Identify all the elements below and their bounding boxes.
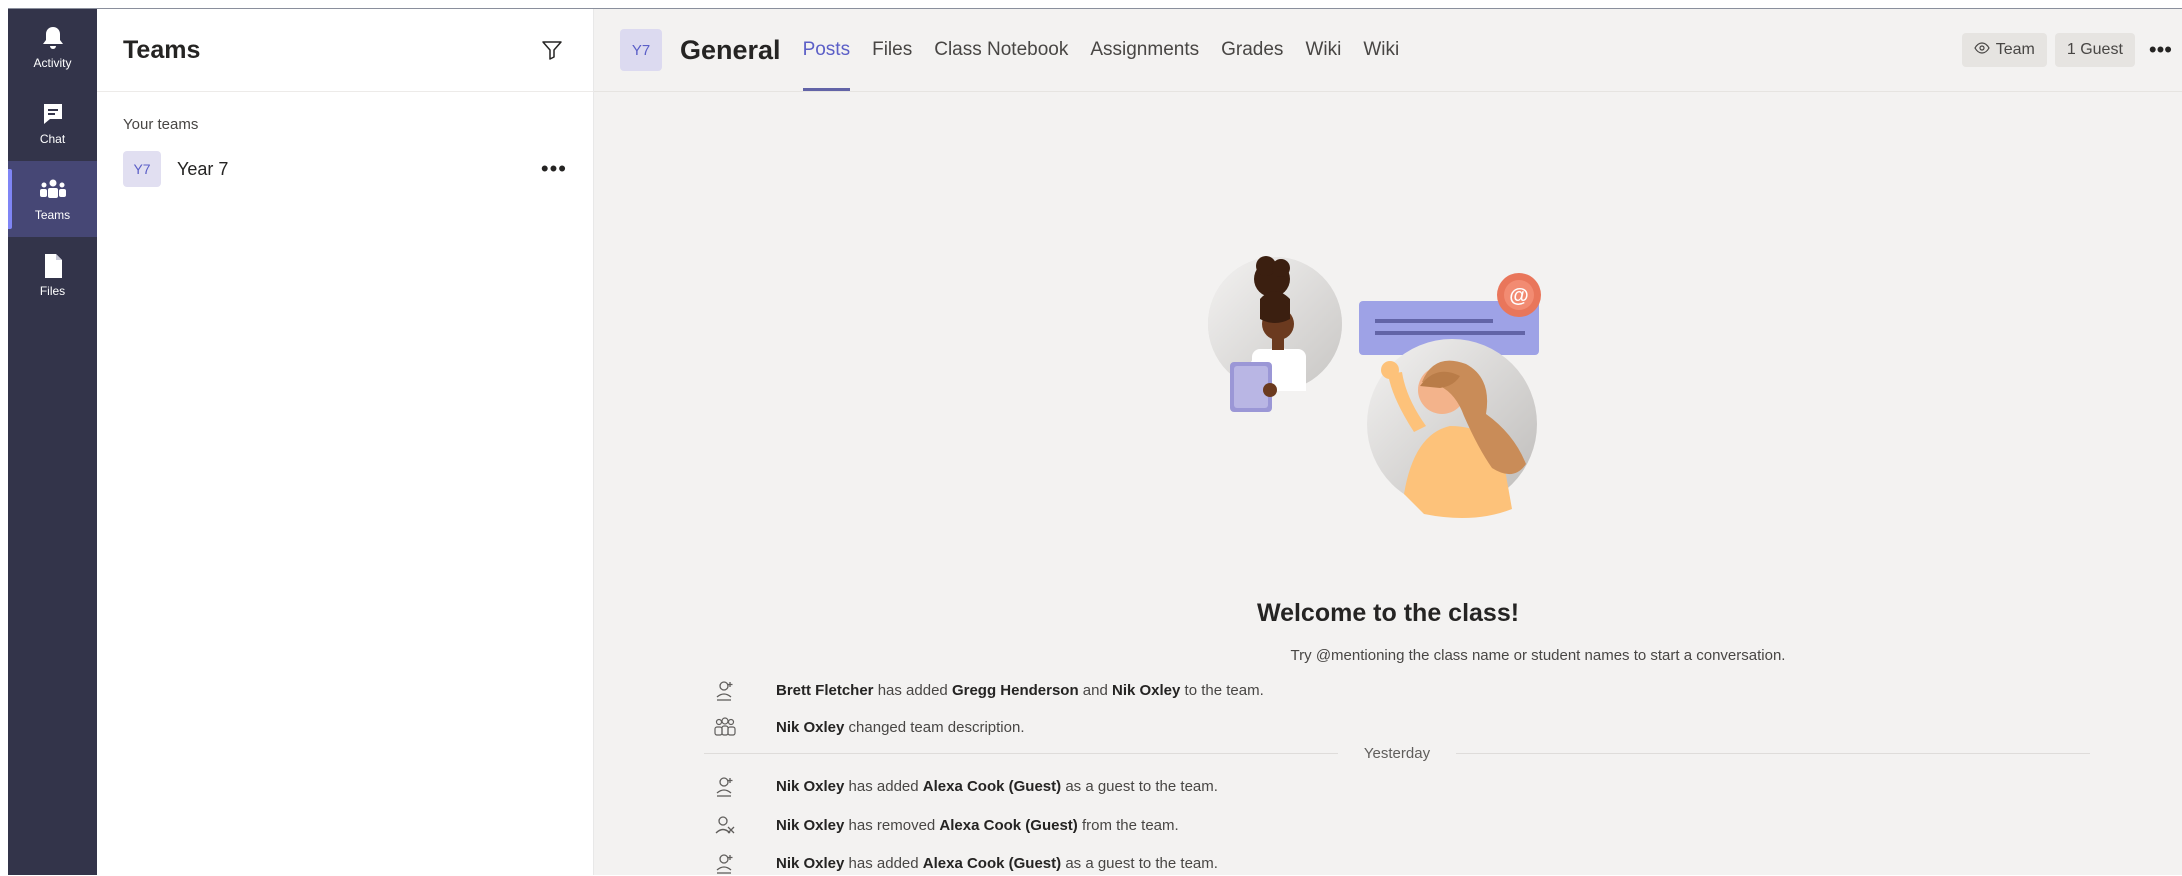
activity-text: Nik Oxley has added Alexa Cook (Guest) a… (776, 854, 1218, 872)
rail-item-activity[interactable]: Activity (8, 9, 97, 85)
rail-label: Teams (34, 208, 71, 222)
team-view-button[interactable]: Team (1961, 33, 2047, 67)
person-add-icon (712, 773, 738, 799)
eye-icon (1974, 41, 1990, 59)
chat-icon (39, 100, 67, 128)
activity-text: Nik Oxley changed team description. (776, 718, 1025, 736)
rail-label: Activity (33, 56, 72, 70)
channel-main: Y7 General Posts Files Class Notebook As… (594, 9, 2182, 875)
activity-item: Brett Fletcher has added Gregg Henderson… (594, 677, 2182, 703)
teams-window: Activity Chat Teams Files Teams Your tea… (8, 8, 2182, 875)
pane-title: Teams (123, 35, 201, 64)
divider-line (1456, 752, 2091, 754)
date-divider: Yesterday (704, 743, 2091, 763)
more-options-icon[interactable]: ••• (541, 158, 567, 180)
file-icon (39, 252, 67, 280)
tab-wiki[interactable]: Wiki (1305, 9, 1341, 91)
welcome-title: Welcome to the class! (1256, 599, 1520, 627)
svg-text:@: @ (1509, 285, 1529, 307)
section-label-your-teams: Your teams (123, 116, 199, 133)
rail-label: Files (39, 284, 66, 298)
divider-line (704, 752, 1338, 754)
guest-button[interactable]: 1 Guest (2054, 33, 2135, 67)
divider-label: Yesterday (1363, 744, 1431, 762)
activity-item: Nik Oxley has added Alexa Cook (Guest) a… (594, 773, 2182, 799)
tab-class-notebook[interactable]: Class Notebook (934, 9, 1068, 91)
tab-posts[interactable]: Posts (802, 9, 850, 91)
activity-item: Nik Oxley has added Alexa Cook (Guest) a… (594, 850, 2182, 876)
activity-text: Nik Oxley has removed Alexa Cook (Guest)… (776, 816, 1179, 834)
bell-icon (39, 24, 67, 52)
activity-item: Nik Oxley changed team description. (594, 714, 2182, 740)
rail-item-chat[interactable]: Chat (8, 85, 97, 161)
rail-label: Chat (39, 132, 66, 146)
channel-name: General (680, 34, 781, 65)
activity-text: Brett Fletcher has added Gregg Henderson… (776, 681, 1264, 699)
header-actions: Team 1 Guest ••• (1961, 33, 2182, 67)
person-add-icon (712, 850, 738, 876)
activity-item: Nik Oxley has removed Alexa Cook (Guest)… (594, 812, 2182, 838)
teams-pane-header: Teams (97, 9, 593, 92)
tab-files[interactable]: Files (872, 9, 912, 91)
app-rail: Activity Chat Teams Files (8, 9, 97, 875)
activity-text: Nik Oxley has added Alexa Cook (Guest) a… (776, 777, 1218, 795)
tab-assignments[interactable]: Assignments (1090, 9, 1199, 91)
team-item-year-7[interactable]: Y7 Year 7 ••• (97, 145, 593, 193)
channel-header: Y7 General Posts Files Class Notebook As… (594, 9, 2182, 92)
welcome-subtitle: Try @mentioning the class name or studen… (1290, 647, 1786, 664)
person-remove-icon (712, 812, 738, 838)
teams-pane: Teams Your teams Y7 Year 7 ••• (97, 9, 594, 875)
team-edit-icon (712, 714, 738, 740)
more-options-icon[interactable]: ••• (2149, 37, 2172, 63)
channel-avatar: Y7 (620, 29, 662, 71)
team-name: Year 7 (177, 158, 229, 179)
team-avatar: Y7 (123, 151, 161, 187)
welcome-illustration: @ (1208, 256, 1541, 518)
tab-wiki-2[interactable]: Wiki (1363, 9, 1399, 91)
team-button-label: Team (1995, 41, 2035, 58)
filter-icon[interactable] (537, 35, 567, 65)
tab-grades[interactable]: Grades (1221, 9, 1283, 91)
rail-item-teams[interactable]: Teams (8, 161, 97, 237)
teams-icon (39, 176, 67, 204)
person-add-icon (712, 677, 738, 703)
rail-item-files[interactable]: Files (8, 237, 97, 313)
